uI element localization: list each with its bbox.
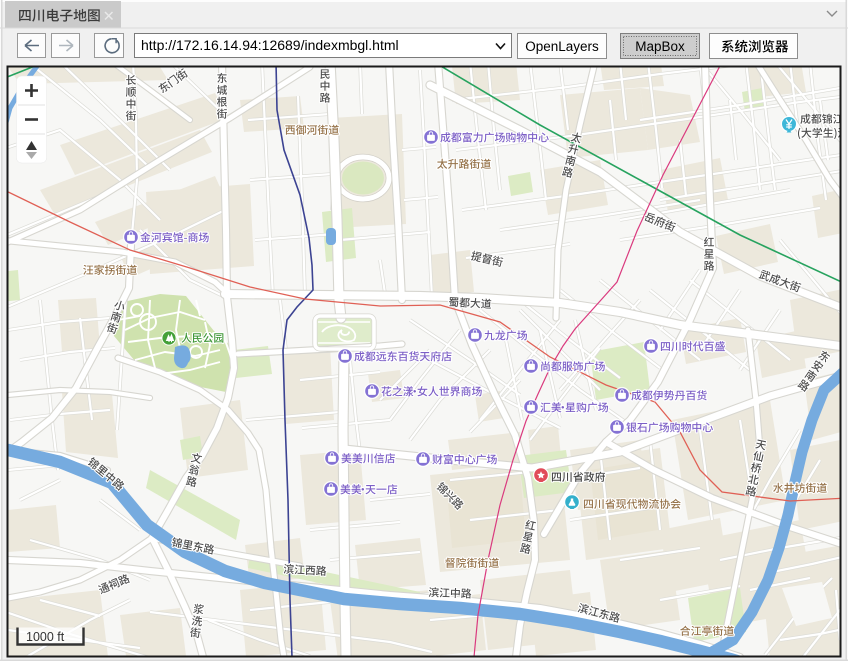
svg-text:1000 ft: 1000 ft	[26, 630, 65, 644]
svg-text:OpenLayers: OpenLayers	[525, 39, 599, 54]
svg-text:MapBox: MapBox	[635, 39, 685, 54]
svg-text:http://172.16.14.94:12689/inde: http://172.16.14.94:12689/indexmbgl.html	[141, 37, 399, 53]
